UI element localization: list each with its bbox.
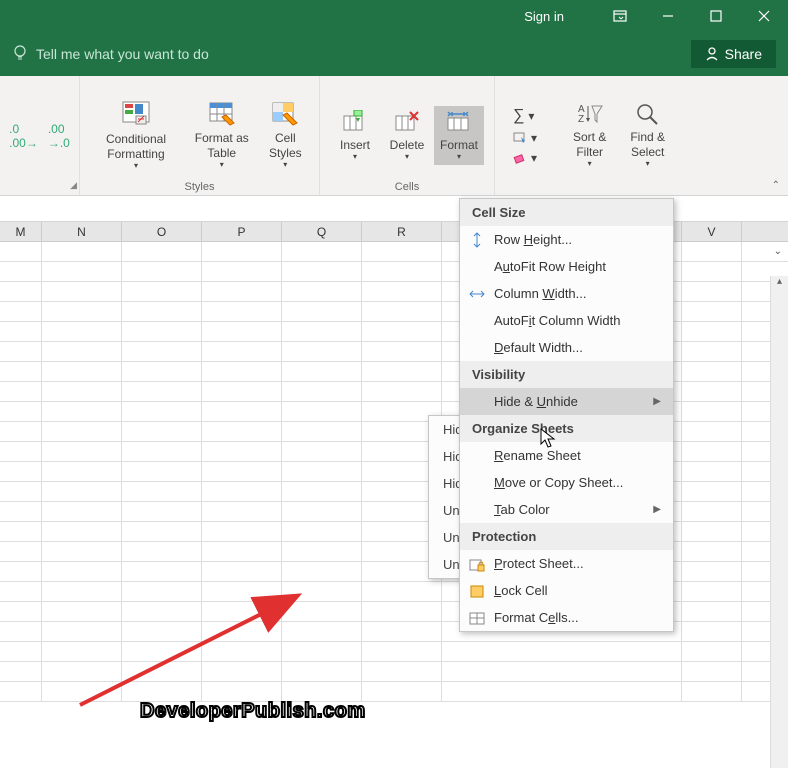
menu-lock-cell[interactable]: Lock Cell [460, 577, 673, 604]
tell-me-bar: Tell me what you want to do Share [0, 32, 788, 76]
col-header[interactable]: M [0, 222, 42, 241]
cells-group: Insert ▾ Delete ▾ Format ▾ Cells [320, 76, 495, 195]
format-cells-icon [468, 609, 486, 627]
col-header[interactable]: R [362, 222, 442, 241]
close-icon[interactable] [744, 0, 784, 32]
submenu-arrow-icon: ▶ [653, 396, 661, 407]
menu-hide-unhide[interactable]: Hide & Unhide▶ [460, 388, 673, 415]
tell-me-input[interactable]: Tell me what you want to do [12, 44, 209, 64]
vertical-scrollbar[interactable]: ▴ [770, 276, 788, 768]
editing-icons-group: ∑ ▾ ▾ ▾ [495, 76, 555, 195]
styles-group: Conditional Formatting ▾ Format as Table… [80, 76, 320, 195]
styles-group-label: Styles [185, 181, 215, 193]
find-select-label: Find & Select [624, 130, 671, 159]
sign-in-link[interactable]: Sign in [524, 9, 564, 24]
format-dropdown-menu: Cell Size Row Height... AutoFit Row Heig… [459, 198, 674, 632]
menu-header-visibility: Visibility [460, 361, 673, 388]
lock-cell-icon [468, 582, 486, 600]
col-header[interactable]: O [122, 222, 202, 241]
share-button[interactable]: Share [691, 40, 776, 68]
menu-protect-sheet[interactable]: Protect Sheet... [460, 550, 673, 577]
number-dialog-launcher-icon[interactable]: ◢ [70, 180, 77, 191]
insert-cells-button[interactable]: Insert ▾ [330, 108, 380, 164]
mouse-cursor-icon [540, 428, 558, 450]
menu-move-copy[interactable]: Move or Copy Sheet... [460, 469, 673, 496]
menu-rename-sheet[interactable]: Rename Sheet [460, 442, 673, 469]
insert-label: Insert [340, 138, 370, 152]
col-header[interactable]: N [42, 222, 122, 241]
column-width-icon [468, 285, 486, 303]
conditional-formatting-button[interactable]: Conditional Formatting ▾ [88, 98, 184, 172]
share-person-icon [705, 47, 719, 61]
format-label: Format [440, 138, 478, 152]
menu-header-organize: Organize Sheets [460, 415, 673, 442]
cell-styles-button[interactable]: Cell Styles ▾ [260, 99, 311, 171]
menu-row-height[interactable]: Row Height... [460, 226, 673, 253]
menu-column-width[interactable]: Column Width... [460, 280, 673, 307]
format-as-table-button[interactable]: Format as Table ▾ [186, 99, 258, 171]
menu-header-protection: Protection [460, 523, 673, 550]
share-label: Share [725, 46, 762, 62]
conditional-formatting-label: Conditional Formatting [94, 132, 178, 161]
protect-sheet-icon [468, 555, 486, 573]
decrease-decimal-icon[interactable]: .00→.0 [48, 122, 70, 150]
col-header[interactable]: V [682, 222, 742, 241]
menu-default-width[interactable]: Default Width... [460, 334, 673, 361]
delete-cells-button[interactable]: Delete ▾ [382, 108, 432, 164]
col-header[interactable]: P [202, 222, 282, 241]
minimize-icon[interactable] [648, 0, 688, 32]
fill-button[interactable]: ▾ [509, 129, 541, 147]
annotation-arrow [70, 585, 310, 715]
format-as-table-label: Format as Table [192, 131, 252, 160]
svg-text:Z: Z [578, 114, 584, 125]
cells-group-label: Cells [395, 181, 419, 193]
maximize-icon[interactable] [696, 0, 736, 32]
ribbon: .0.00→ .00→.0 ◢ Conditional Formatting ▾… [0, 76, 788, 196]
submenu-arrow-icon: ▶ [653, 504, 661, 515]
collapse-ribbon-icon[interactable]: ⌃ [772, 180, 780, 191]
find-select-button[interactable]: Find & Select ▾ [618, 100, 677, 170]
window-titlebar: Sign in [0, 0, 788, 32]
increase-decimal-icon[interactable]: .0.00→ [9, 122, 38, 150]
sort-filter-button[interactable]: AZ Sort & Filter ▾ [563, 100, 616, 170]
autosum-button[interactable]: ∑ ▾ [509, 105, 541, 127]
scroll-up-icon[interactable]: ▴ [771, 276, 788, 294]
menu-header-cell-size: Cell Size [460, 199, 673, 226]
lightbulb-icon [12, 44, 28, 64]
delete-label: Delete [390, 138, 425, 152]
col-header[interactable]: Q [282, 222, 362, 241]
sort-find-group: AZ Sort & Filter ▾ Find & Select ▾ [555, 76, 685, 195]
menu-format-cells[interactable]: Format Cells... [460, 604, 673, 631]
menu-autofit-row[interactable]: AutoFit Row Height [460, 253, 673, 280]
row-height-icon [468, 231, 486, 249]
cell-styles-label: Cell Styles [266, 131, 305, 160]
format-cells-button[interactable]: Format ▾ [434, 106, 484, 166]
ribbon-display-options-icon[interactable] [600, 0, 640, 32]
menu-autofit-column[interactable]: AutoFit Column Width [460, 307, 673, 334]
tell-me-placeholder: Tell me what you want to do [36, 46, 209, 62]
sort-filter-label: Sort & Filter [569, 130, 610, 159]
clear-button[interactable]: ▾ [509, 149, 541, 167]
menu-tab-color[interactable]: Tab Color▶ [460, 496, 673, 523]
number-group: .0.00→ .00→.0 ◢ [0, 76, 80, 195]
